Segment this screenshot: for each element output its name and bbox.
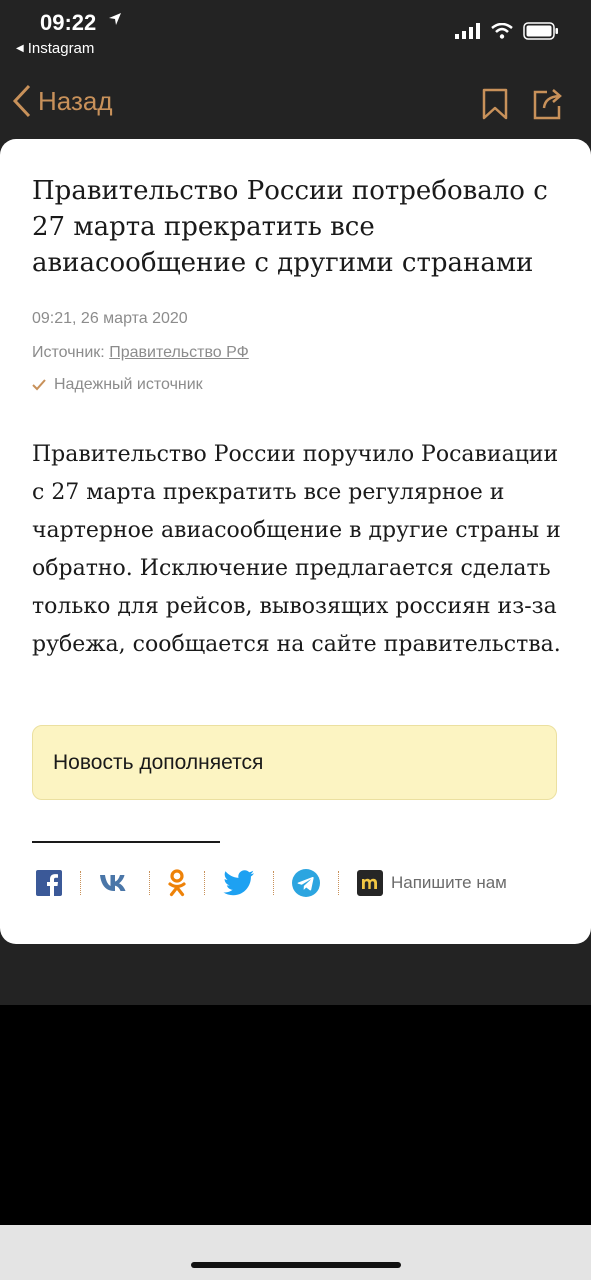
battery-icon: [523, 22, 558, 40]
home-indicator[interactable]: [191, 1262, 401, 1268]
chevron-left-icon: [12, 84, 31, 118]
write-us-link[interactable]: Напишите нам: [357, 870, 507, 896]
twitter-icon[interactable]: [223, 870, 255, 896]
write-us-label: Напишите нам: [391, 873, 507, 892]
notice-text: Новость дополняется: [53, 750, 264, 774]
back-label: Назад: [38, 85, 113, 116]
separator: [204, 871, 205, 895]
back-app-label: Instagram: [27, 40, 95, 57]
divider: [32, 841, 220, 843]
telegram-icon[interactable]: [292, 869, 320, 897]
share-icon[interactable]: [533, 88, 563, 125]
app-background: 09:22 ◀ Instagram Назад Правительство Ро…: [0, 0, 591, 1005]
back-to-app-link[interactable]: ◀ Instagram: [16, 40, 94, 57]
update-notice: Новость дополняется: [32, 725, 557, 800]
source-link[interactable]: Правительство РФ: [109, 344, 249, 361]
article-title: Правительство России потребовало с 27 ма…: [32, 176, 548, 278]
odnoklassniki-icon[interactable]: [168, 869, 186, 897]
bookmark-icon[interactable]: [482, 88, 508, 125]
wifi-icon: [491, 23, 513, 39]
back-triangle-icon: ◀: [16, 43, 24, 54]
article-card: Правительство России потребовало с 27 ма…: [0, 139, 591, 944]
signal-icon: [455, 23, 480, 39]
reliable-label: Надежный источник: [54, 376, 203, 393]
back-button[interactable]: Назад: [12, 84, 113, 118]
article-body: Правительство России поручило Росавиации…: [32, 442, 561, 657]
location-arrow-icon: [108, 12, 122, 31]
article-date: 09:21, 26 марта 2020: [32, 310, 188, 327]
separator: [149, 871, 150, 895]
vk-icon[interactable]: [99, 873, 131, 893]
source-label: Источник:: [32, 344, 105, 361]
meduza-icon: [357, 870, 383, 896]
status-time: 09:22: [40, 10, 97, 35]
separator: [273, 871, 274, 895]
reliable-source: Надежный источник: [32, 376, 203, 394]
facebook-icon[interactable]: [36, 870, 62, 896]
status-icons: [455, 22, 559, 40]
article-source: Источник: Правительство РФ: [32, 344, 249, 362]
share-bar: Напишите нам: [36, 869, 507, 897]
separator: [338, 871, 339, 895]
separator: [80, 871, 81, 895]
bottom-bar: [0, 1225, 591, 1280]
check-icon: [32, 379, 46, 391]
